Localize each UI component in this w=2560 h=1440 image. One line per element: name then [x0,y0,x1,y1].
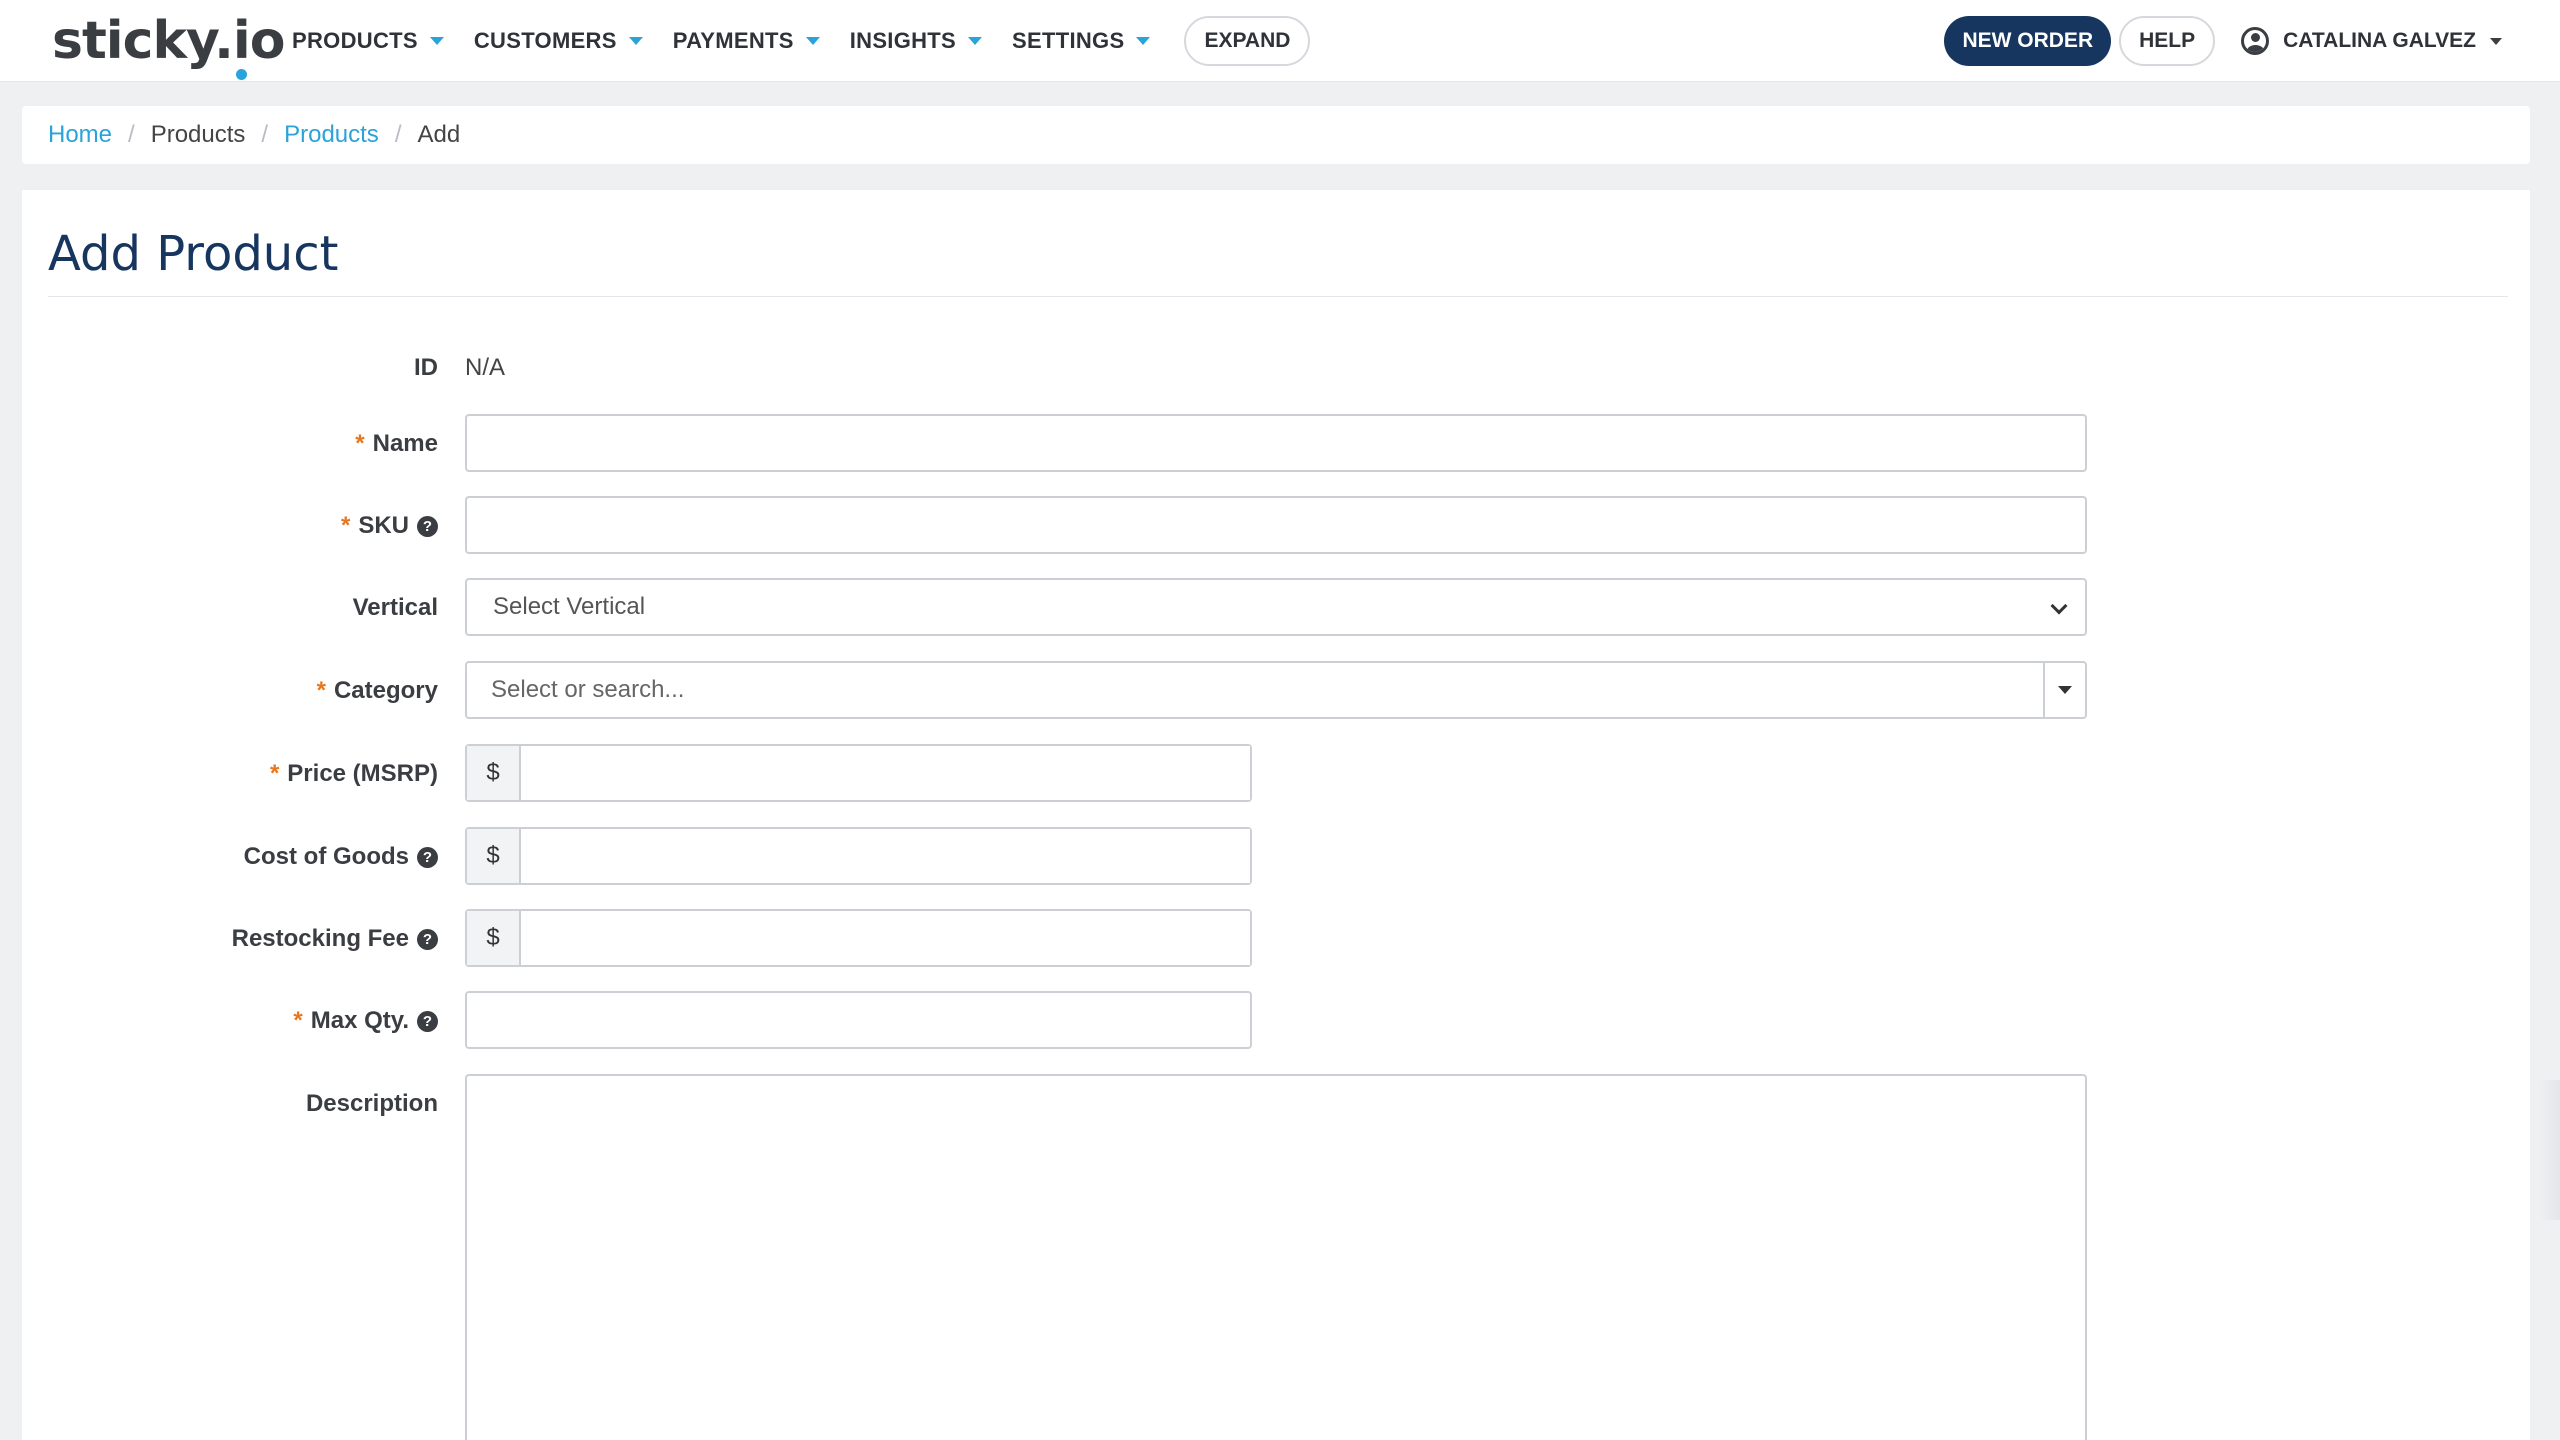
breadcrumb-separator: / [261,121,269,148]
form-row-id: ID N/A [22,340,2530,398]
caret-down-icon [2058,686,2072,694]
logo-dot [236,69,248,80]
description-label-text: Description [305,1090,438,1117]
breadcrumb-products[interactable]: Products [284,121,379,149]
form-row-sku: * SKU ? [22,496,2530,554]
vertical-select[interactable]: Select Vertical [465,578,2087,636]
question-circle-icon[interactable]: ? [417,846,438,868]
form-row-vertical: Vertical Select Vertical [22,578,2530,636]
main-nav: PRODUCTS CUSTOMERS PAYMENTS INSIGHTS SET… [292,0,1311,82]
form-row-category: * Category Select or search... [22,661,2530,719]
price-label-text: Price (MSRP) [287,760,438,787]
caret-down-icon [429,37,444,45]
user-circle-icon [2241,27,2270,55]
caret-down-icon [805,37,820,45]
price-input[interactable] [521,746,1250,800]
restocking-fee-input[interactable] [521,911,1250,965]
question-circle-icon[interactable]: ? [417,928,438,950]
page-title: Add Product [48,226,339,282]
required-mark: * [269,760,280,787]
required-mark: * [355,430,365,457]
form-row-description: Description [22,1074,2530,1440]
breadcrumb-separator: / [128,121,135,148]
add-product-panel: Add Product ID N/A * Name * SKU ? Vertic… [22,190,2530,1440]
nav-products[interactable]: PRODUCTS [292,0,444,82]
breadcrumb-current: Add [417,121,461,148]
caret-down-icon [968,37,983,45]
category-dropdown-toggle[interactable] [2043,663,2085,717]
nav-customers[interactable]: CUSTOMERS [474,0,643,82]
category-label: * Category [317,677,438,705]
restocking-fee-label-text: Restocking Fee [231,925,409,952]
cost-of-goods-input[interactable] [521,829,1250,883]
nav-payments-label: PAYMENTS [672,28,794,53]
vertical-selected-value: Select Vertical [493,593,646,620]
nav-insights-label: INSIGHTS [849,28,957,53]
id-label: ID [414,354,438,382]
expand-button[interactable]: EXPAND [1184,16,1311,66]
title-divider [48,296,2508,297]
brand-logo[interactable]: sticky.i o [52,6,285,80]
max-qty-label-text: Max Qty. [310,1007,409,1034]
vertical-label-text: Vertical [352,594,438,621]
top-navbar: sticky.i o PRODUCTS CUSTOMERS PAYMENTS IN… [0,0,2560,82]
description-textarea[interactable] [465,1074,2087,1440]
restocking-fee-label: Restocking Fee ? [232,925,438,953]
form-row-cost-of-goods: Cost of Goods ? $ [22,827,2530,885]
currency-addon: $ [467,911,521,965]
page-scroll-edge[interactable] [2538,1080,2560,1220]
description-label: Description [306,1090,438,1118]
nav-settings-label: SETTINGS [1012,28,1125,53]
nav-settings[interactable]: SETTINGS [1012,0,1151,82]
max-qty-input[interactable] [465,991,1252,1049]
name-label-text: Name [372,430,438,457]
cost-of-goods-label-text: Cost of Goods [243,843,409,870]
restocking-fee-input-group: $ [465,909,1252,967]
max-qty-label: * Max Qty. ? [293,1007,438,1035]
question-circle-icon[interactable]: ? [417,1010,438,1032]
nav-insights[interactable]: INSIGHTS [849,0,983,82]
breadcrumb-separator: / [394,121,402,148]
name-label: * Name [355,430,438,458]
id-value: N/A [465,354,506,381]
chevron-down-icon [2050,597,2068,615]
sku-label: * SKU ? [341,512,438,540]
right-nav: NEW ORDER HELP CATALINA GALVEZ [1944,0,2502,82]
form-row-restocking-fee: Restocking Fee ? $ [22,909,2530,967]
currency-addon: $ [467,829,521,883]
breadcrumb-home[interactable]: Home [48,121,112,149]
required-mark: * [293,1007,303,1034]
nav-customers-label: CUSTOMERS [473,28,617,53]
new-order-button[interactable]: NEW ORDER [1944,16,2112,66]
category-combobox[interactable]: Select or search... [465,661,2087,719]
caret-down-icon [1136,37,1151,45]
sku-input[interactable] [465,496,2087,554]
currency-addon: $ [467,746,521,800]
vertical-label: Vertical [353,594,438,622]
nav-payments[interactable]: PAYMENTS [673,0,820,82]
required-mark: * [316,677,326,704]
form-row-max-qty: * Max Qty. ? [22,991,2530,1049]
id-label-text: ID [414,354,438,381]
category-label-text: Category [333,677,438,704]
form-row-price: * Price (MSRP) $ [22,744,2530,802]
user-name: CATALINA GALVEZ [2283,29,2476,52]
breadcrumb: Home / Products / Products / Add [22,106,2530,164]
category-search-placeholder: Select or search... [491,676,685,703]
cost-of-goods-input-group: $ [465,827,1252,885]
nav-products-label: PRODUCTS [292,28,418,53]
sku-label-text: SKU [358,512,409,539]
price-label: * Price (MSRP) [270,760,438,788]
caret-down-icon [628,37,643,45]
user-menu[interactable]: CATALINA GALVEZ [2241,27,2502,55]
help-button[interactable]: HELP [2119,16,2216,66]
required-mark: * [340,512,351,539]
form-row-name: * Name [22,414,2530,472]
name-input[interactable] [465,414,2087,472]
breadcrumb-products-section: Products [150,121,246,148]
price-input-group: $ [465,744,1252,802]
question-circle-icon[interactable]: ? [417,515,438,537]
caret-down-icon [2490,37,2502,45]
cost-of-goods-label: Cost of Goods ? [244,843,438,871]
